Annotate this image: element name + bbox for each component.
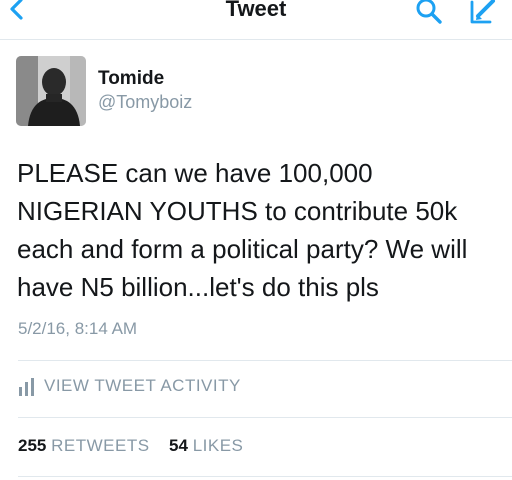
avatar[interactable]: [16, 56, 86, 126]
tweet-detail-screen: Tweet Tomide @Tomyboiz PLEASE can we hav…: [0, 0, 512, 480]
tweet-timestamp: 5/2/16, 8:14 AM: [18, 319, 138, 338]
author-handle[interactable]: @Tomyboiz: [98, 92, 192, 113]
likes-label: LIKES: [192, 436, 244, 455]
compose-button[interactable]: [466, 0, 498, 26]
tweet-text: PLEASE can we have 100,000 NIGERIAN YOUT…: [17, 158, 468, 302]
divider: [18, 476, 512, 477]
engagement-stats: 255 RETWEETS 54 LIKES: [18, 436, 243, 456]
divider: [18, 417, 512, 418]
divider: [18, 360, 512, 361]
bar-chart-icon: [19, 378, 34, 396]
search-button[interactable]: [414, 0, 444, 26]
view-tweet-activity-label: VIEW TWEET ACTIVITY: [44, 376, 241, 395]
retweets-label: RETWEETS: [51, 436, 150, 455]
likes-stat[interactable]: 54 LIKES: [169, 436, 243, 455]
likes-count: 54: [169, 436, 188, 455]
compose-icon: [470, 0, 495, 24]
avatar-image: [16, 56, 86, 126]
author-name[interactable]: Tomide: [98, 68, 164, 90]
retweets-count: 255: [18, 436, 47, 455]
retweets-stat[interactable]: 255 RETWEETS: [18, 436, 154, 455]
navigation-bar: Tweet: [0, 0, 512, 40]
search-icon: [416, 0, 442, 24]
